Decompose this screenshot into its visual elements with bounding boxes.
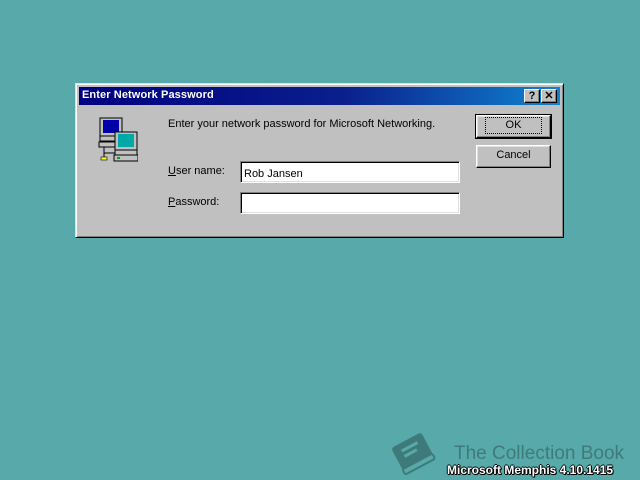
username-label-accel: U — [168, 165, 176, 177]
watermark-build: Microsoft Memphis 4.10.1415 — [447, 463, 614, 477]
password-label-rest: assword: — [175, 196, 220, 208]
password-prompt: Enter your network password for Microsof… — [168, 118, 436, 130]
password-field[interactable] — [240, 192, 460, 214]
title-bar[interactable]: Enter Network Password ? ✕ — [79, 87, 560, 105]
book-icon — [392, 433, 436, 475]
username-label: User name: — [168, 165, 225, 177]
dialog-title: Enter Network Password — [82, 89, 214, 101]
close-icon: ✕ — [544, 90, 554, 102]
cancel-button-label: Cancel — [496, 149, 531, 161]
username-label-rest: ser name: — [175, 165, 225, 177]
username-field[interactable] — [240, 161, 460, 183]
ok-button-label: OK — [484, 117, 543, 134]
watermark-title: The Collection Book — [454, 443, 625, 464]
password-label: Password: — [168, 196, 219, 208]
network-computers-icon — [98, 117, 138, 162]
ok-button[interactable]: OK — [475, 114, 552, 139]
network-password-dialog: Enter Network Password ? ✕ Enter your ne… — [75, 83, 564, 238]
close-button[interactable]: ✕ — [541, 89, 557, 103]
help-icon: ? — [528, 90, 536, 102]
cancel-button[interactable]: Cancel — [476, 145, 551, 168]
help-button[interactable]: ? — [524, 89, 540, 103]
